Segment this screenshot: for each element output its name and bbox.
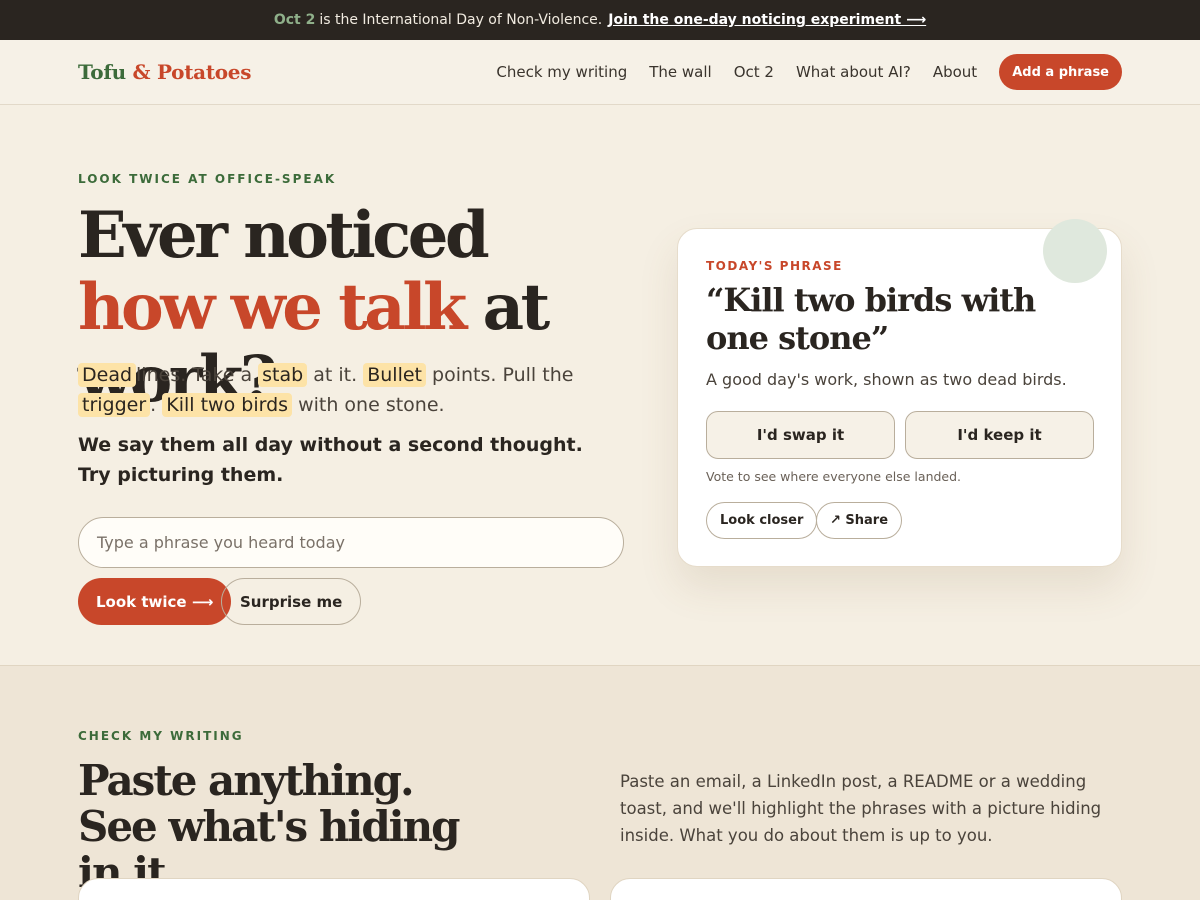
lede-text-5: with one stone. xyxy=(298,394,445,416)
announcement-bar: Oct 2 is the International Day of Non-Vi… xyxy=(0,0,1200,40)
decorative-circle xyxy=(1043,219,1107,283)
look-twice-button[interactable]: Look twice ⟶ xyxy=(78,578,232,625)
top-nav: Tofu & Potatoes Check my writing The wal… xyxy=(0,40,1200,105)
logo-word-potatoes: Potatoes xyxy=(156,60,252,84)
hero-strong-text: We say them all day without a second tho… xyxy=(78,434,583,486)
card-description: A good day's work, shown as two dead bir… xyxy=(706,370,1067,389)
lede-text-2: at it. xyxy=(313,364,358,386)
vote-note: Vote to see where everyone else landed. xyxy=(706,469,962,484)
highlight-stab: stab xyxy=(258,363,308,387)
phrase-search-input[interactable]: Type a phrase you heard today xyxy=(78,517,624,568)
nav-link-check-my-writing[interactable]: Check my writing xyxy=(496,63,627,81)
paste-input-card[interactable] xyxy=(78,878,590,900)
swap-it-button[interactable]: I'd swap it xyxy=(706,411,895,459)
announcement-link[interactable]: Join the one-day noticing experiment ⟶ xyxy=(608,12,926,28)
keep-it-button[interactable]: I'd keep it xyxy=(905,411,1094,459)
announcement-date: Oct 2 xyxy=(273,12,316,28)
nav-links: Check my writing The wall Oct 2 What abo… xyxy=(496,54,1122,90)
logo-word-tofu: Tofu xyxy=(78,60,126,84)
surprise-me-button[interactable]: Surprise me xyxy=(221,578,362,625)
nav-link-what-about-ai[interactable]: What about AI? xyxy=(796,63,911,81)
announcement-text: is the International Day of Non-Violence… xyxy=(319,12,603,28)
section-eyebrow: CHECK MY WRITING xyxy=(78,729,244,743)
card-tag: TODAY'S PHRASE xyxy=(706,259,843,273)
result-card xyxy=(610,878,1122,900)
nav-link-the-wall[interactable]: The wall xyxy=(649,63,711,81)
card-phrase: “Kill two birds with one stone” xyxy=(706,281,1036,357)
nav-link-oct-2[interactable]: Oct 2 xyxy=(734,63,774,81)
logo[interactable]: Tofu & Potatoes xyxy=(78,60,251,84)
nav-link-about[interactable]: About xyxy=(933,63,977,81)
lede-text-4: . xyxy=(150,394,157,416)
todays-phrase-card: TODAY'S PHRASE “Kill two birds with one … xyxy=(677,219,1122,567)
add-phrase-button[interactable]: Add a phrase xyxy=(999,54,1122,90)
logo-ampersand: & xyxy=(132,60,151,84)
hero-section: LOOK TWICE AT OFFICE-SPEAK Ever noticed … xyxy=(0,105,1200,665)
highlight-trigger: trigger xyxy=(78,393,151,417)
look-closer-button[interactable]: Look closer xyxy=(706,502,818,539)
highlight-kill-two-birds: Kill two birds xyxy=(162,393,293,417)
hero-lede: Dead lines. Take a stab at it. Bullet poi… xyxy=(78,360,638,420)
headline-accent: how we talk xyxy=(78,270,467,345)
share-button[interactable]: ↗ Share xyxy=(816,502,903,539)
section-text: Paste an email, a LinkedIn post, a READM… xyxy=(620,772,1102,845)
lede-text-1: lines. Take a xyxy=(136,364,253,386)
headline-part-1: Ever noticed xyxy=(78,198,490,273)
hero-eyebrow: LOOK TWICE AT OFFICE-SPEAK xyxy=(78,172,337,186)
highlight-dead: Dead xyxy=(78,363,137,387)
highlight-bullet: Bullet xyxy=(363,363,426,387)
section-title: Paste anything. See what's hiding in it. xyxy=(78,756,461,897)
check-my-writing-section: CHECK MY WRITING Paste anything. See wha… xyxy=(0,665,1200,900)
lede-text-3: points. Pull the xyxy=(432,364,574,386)
